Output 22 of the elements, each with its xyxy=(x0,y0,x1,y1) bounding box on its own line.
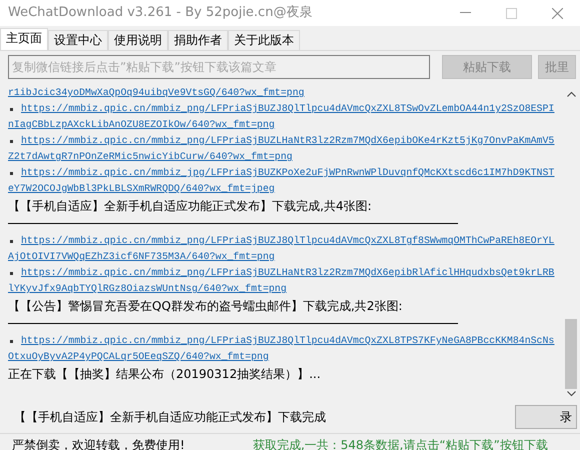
link[interactable]: https://mmbiz.qpic.cn/mmbiz_png/LFPriaSjBUZLHaNtR3lz2Rzm7MQdX6epibRlAficlHHqudxbsQet9krLRBlYKyvJfx9AqbTYQlRGz8OiazsWUntNsg/640?wx_fmt=png xyxy=(8,265,556,297)
minimize-icon[interactable] xyxy=(460,12,470,14)
link[interactable]: r1ibJcic34yoDMwXaQpOq94uibqVe9VtsGQ/640?wx_fmt=png xyxy=(8,85,556,101)
log-message: 【【公告】警惕冒充吾爱在QQ群发布的盗号蠕虫邮件】下载完成,共2张图: xyxy=(8,298,404,315)
scroll-thumb[interactable] xyxy=(565,319,577,389)
log-message: 正在下载【【抽奖】结果公布（20190312抽奖结果）】... xyxy=(8,366,322,383)
window-title: WeChatDownload v3.261 - By 52pojie.cn@夜泉 xyxy=(8,4,314,22)
url-field[interactable]: 复制微信链接后点击”粘贴下载”按钮下载该篇文章 xyxy=(8,55,430,79)
button[interactable]: 录 xyxy=(515,405,577,429)
close-icon[interactable] xyxy=(552,8,562,18)
scroll-down-icon[interactable] xyxy=(566,391,576,397)
tab[interactable]: 使用说明 xyxy=(108,30,168,50)
log-message: 【【手机自适应】全新手机自适应功能正式发布】下载完成,共4张图: xyxy=(8,198,372,215)
current-download: 【【手机自适应】全新手机自适应功能正式发布】下载完成 xyxy=(14,409,327,426)
tab[interactable]: 主页面 xyxy=(0,28,48,50)
tab[interactable]: 捐助作者 xyxy=(168,30,228,50)
tab[interactable]: 关于此版本 xyxy=(228,30,300,50)
link[interactable]: https://mmbiz.qpic.cn/mmbiz_png/LFPriaSjBUZJ8QlTlpcu4dAVmcQxZXL8TPS7KFyNeGA8PBccKKM84nScNsOtxuOyByvA2P4yPQCALqr5OEeqSZQ/640?wx_fmt=png xyxy=(8,333,556,365)
status-text: 严禁倒卖，欢迎转载，免费使用! xyxy=(12,436,185,450)
tab[interactable]: 设置中心 xyxy=(48,30,108,50)
scroll-up-icon[interactable] xyxy=(566,91,576,97)
link[interactable]: https://mmbiz.qpic.cn/mmbiz_jpg/LFPriaSjBUZKPoXe2uFjWPnRwnWPlDuvqnfQMcKXtscd6c1IM7hD9KTNSTeY7W2OCOJgWbBl3PkLBLSXmRWRQDQ/640?wx_fmt=jpeg xyxy=(8,165,556,197)
